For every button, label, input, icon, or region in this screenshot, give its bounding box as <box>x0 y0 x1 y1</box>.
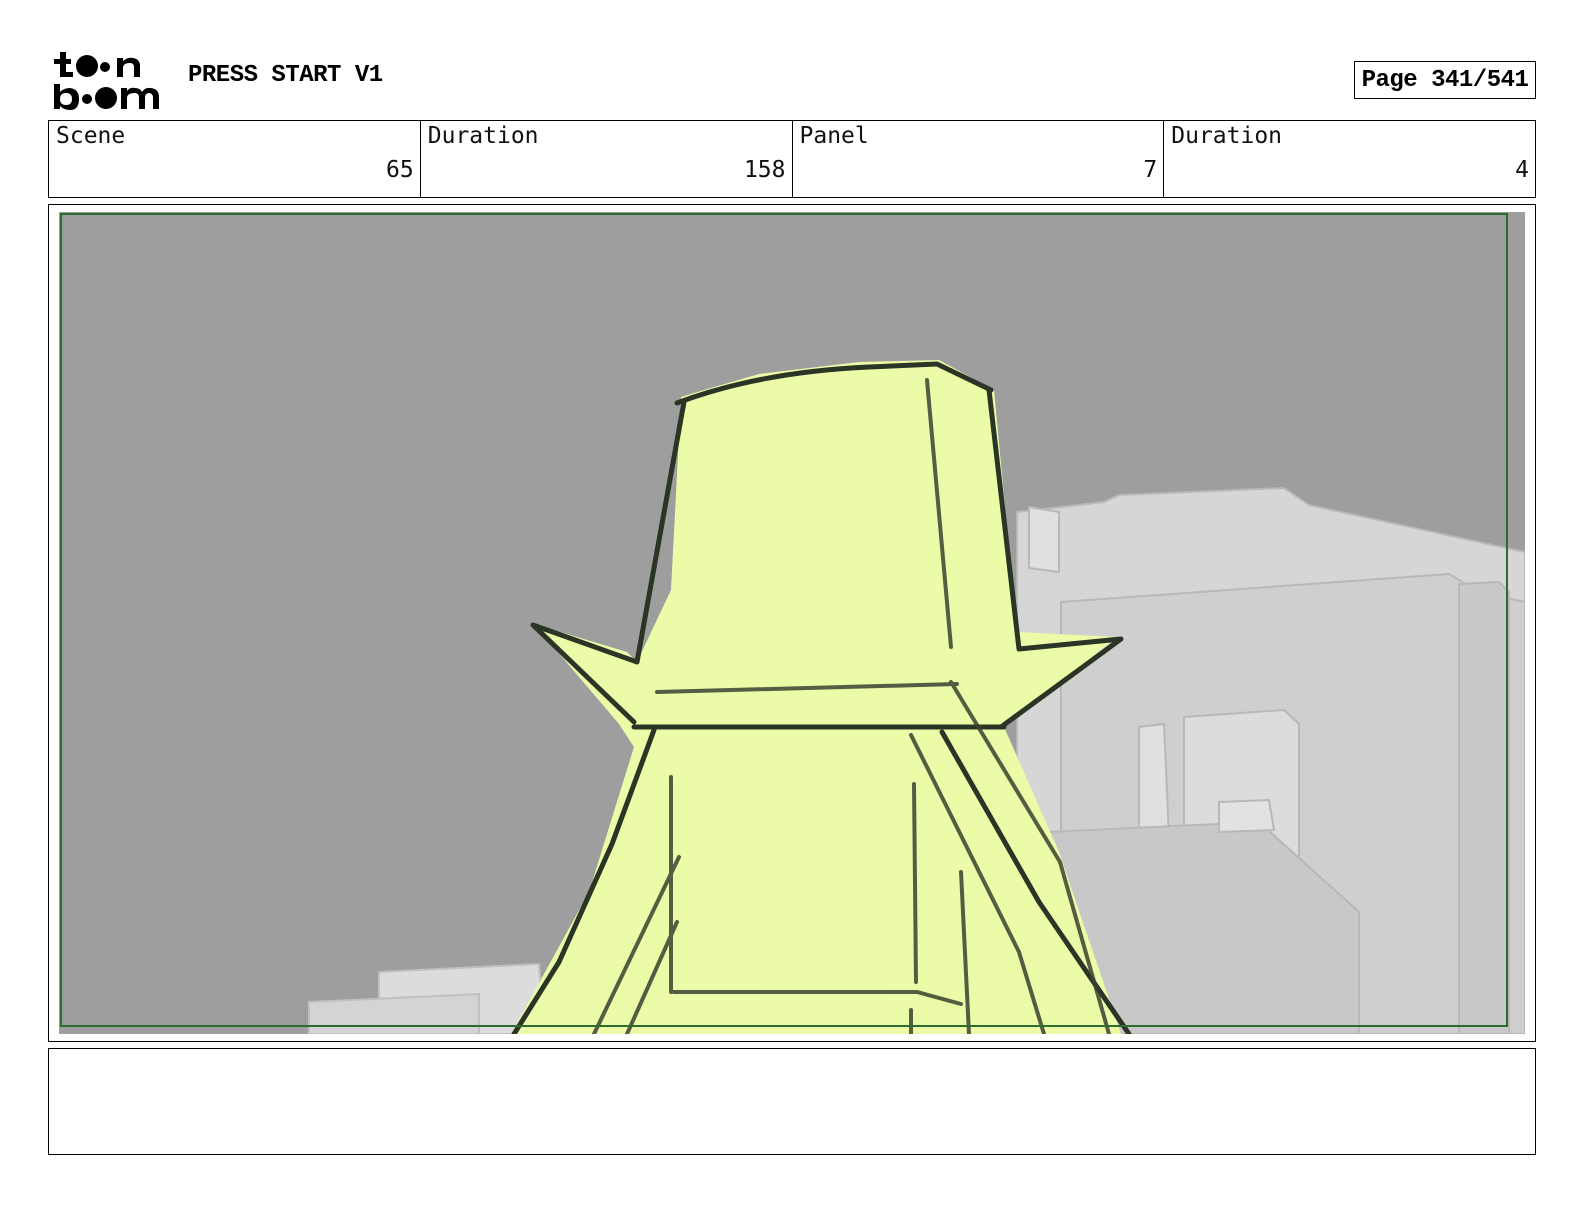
panel-duration-cell: Duration 4 <box>1164 121 1535 197</box>
scene-value: 65 <box>386 157 414 183</box>
scene-duration-cell: Duration 158 <box>421 121 793 197</box>
toon-boom-logo <box>54 52 159 110</box>
page-counter: Page 341/541 <box>1354 61 1536 99</box>
panel-label: Panel <box>799 123 869 149</box>
panel-frame <box>48 204 1536 1042</box>
scene-label: Scene <box>56 123 126 149</box>
panel-duration-value: 4 <box>1515 157 1529 183</box>
panel-value: 7 <box>1143 157 1158 183</box>
scene-cell: Scene 65 <box>49 121 421 197</box>
panel-duration-label: Duration <box>1171 123 1283 149</box>
panel-cell: Panel 7 <box>793 121 1165 197</box>
storyboard-panel-drawing <box>59 212 1525 1034</box>
panel-notes-box <box>48 1048 1536 1155</box>
project-title: PRESS START V1 <box>188 62 383 89</box>
scene-duration-label: Duration <box>427 123 539 149</box>
scene-info-table: Scene 65 Duration 158 Panel 7 Duration 4 <box>48 120 1536 198</box>
scene-duration-value: 158 <box>743 157 786 183</box>
